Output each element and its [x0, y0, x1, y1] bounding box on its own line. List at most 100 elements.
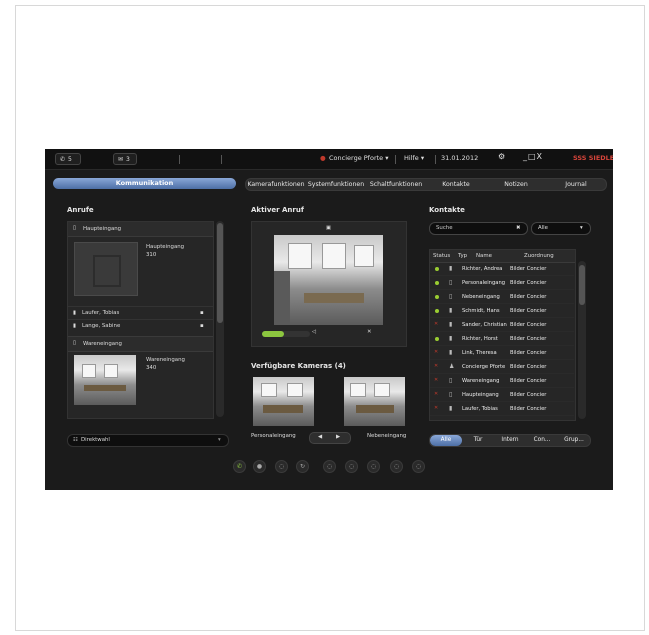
- filter-tab-alle[interactable]: Alle: [430, 435, 462, 446]
- status-dot-icon: ✕: [434, 363, 439, 369]
- hangup-icon[interactable]: ▪: [200, 323, 204, 329]
- fullscreen-icon[interactable]: ▣: [326, 225, 331, 231]
- contact-row[interactable]: ✕ ▯ Wareneingang Bilder Concier: [430, 375, 574, 388]
- transfer-icon[interactable]: ↻: [296, 460, 309, 473]
- tab-kamerafunktionen[interactable]: Kamerafunktionen: [246, 179, 306, 190]
- column-assignment[interactable]: Zuordnung: [524, 253, 554, 259]
- tab-schaltfunktionen[interactable]: Schaltfunktionen: [366, 179, 426, 190]
- hangup-call-icon[interactable]: ●: [253, 460, 266, 473]
- help-label: Hilfe: [404, 154, 419, 162]
- filter-tab-tuer[interactable]: Tür: [462, 435, 494, 446]
- help-menu[interactable]: Hilfe ▾: [404, 154, 424, 162]
- contact-row[interactable]: ✕ ♟ Concierge Pforte Bilder Concier: [430, 361, 574, 374]
- window: [354, 245, 374, 267]
- status-dot-icon: ✕: [434, 321, 439, 327]
- tab-notizen[interactable]: Notizen: [486, 179, 546, 190]
- phone-icon: ▮: [449, 307, 453, 314]
- contact-assignment: Bilder Concier: [510, 294, 547, 300]
- prev-arrow-icon[interactable]: ◀: [318, 434, 322, 440]
- door-icon: ▯: [449, 377, 453, 384]
- call-name: Wareneingang: [146, 357, 185, 363]
- contact-row[interactable]: ✕ ▮ Laufer, Tobias Bilder Concier: [430, 403, 574, 416]
- calls-indicator[interactable]: ✆ 5: [55, 153, 81, 165]
- door-open-icon[interactable]: ◌: [345, 460, 358, 473]
- contact-row[interactable]: ✕ ▯ Haupteingang Bilder Concier: [430, 389, 574, 402]
- tools-icon[interactable]: ✕: [367, 329, 372, 335]
- call-group-label: Wareneingang: [83, 341, 122, 347]
- camera-thumb-personaleingang[interactable]: [253, 377, 314, 426]
- contact-row[interactable]: ▯ Personaleingang Bilder Concier: [430, 277, 574, 290]
- camera-icon[interactable]: ◌: [390, 460, 403, 473]
- gear-icon[interactable]: ⚙: [498, 152, 505, 161]
- camera-thumb-nebeneingang[interactable]: [344, 377, 405, 426]
- chevron-down-icon: ▾: [218, 437, 221, 443]
- mute-icon[interactable]: ◌: [323, 460, 336, 473]
- contacts-scrollbar[interactable]: [578, 261, 586, 419]
- column-name[interactable]: Name: [476, 253, 492, 259]
- filter-tab-concierge[interactable]: Con...: [526, 435, 558, 446]
- contact-assignment: Bilder Concier: [510, 350, 547, 356]
- speaker-icon[interactable]: ◁: [312, 329, 316, 335]
- phone-icon: ▮: [73, 323, 76, 329]
- filter-dropdown[interactable]: Alle ▾: [531, 222, 591, 235]
- table: [263, 405, 303, 413]
- tab-systemfunktionen[interactable]: Systemfunktionen: [306, 179, 366, 190]
- contact-row[interactable]: ▮ Schmidt, Hans Bilder Concier: [430, 305, 574, 318]
- window: [322, 243, 346, 269]
- filter-tab-gruppen[interactable]: Grup...: [558, 435, 590, 446]
- call-group-header[interactable]: ▯ Wareneingang: [68, 336, 213, 352]
- call-group-header[interactable]: ▯ Haupteingang: [68, 222, 213, 237]
- table: [84, 385, 126, 391]
- contact-row[interactable]: ▮ Richter, Horst Bilder Concier: [430, 333, 574, 346]
- contact-row[interactable]: ▮ Richter, Andrea Bilder Concier: [430, 263, 574, 276]
- calls-count: 5: [68, 155, 72, 163]
- volume-slider[interactable]: [262, 331, 310, 337]
- contacts-title: Kontakte: [429, 206, 465, 214]
- participant-row[interactable]: ▮ Laufer, Tobias ▪: [68, 306, 213, 319]
- door-icon: ▯: [73, 340, 76, 346]
- contact-name: Sander, Christian: [462, 322, 507, 328]
- messages-count: 3: [126, 155, 130, 163]
- scrollbar-thumb[interactable]: [579, 265, 585, 305]
- filter-tab-intern[interactable]: Intern: [494, 435, 526, 446]
- user-menu[interactable]: Concierge Pforte ▾: [329, 154, 389, 162]
- tab-kommunikation[interactable]: Kommunikation: [53, 178, 236, 189]
- tab-bar: Kommunikation Kamerafunktionen Systemfun…: [45, 177, 613, 191]
- clear-icon[interactable]: ✖: [516, 225, 521, 231]
- contact-assignment: Bilder Concier: [510, 280, 547, 286]
- door-frame: [274, 271, 290, 325]
- column-type[interactable]: Typ: [458, 253, 467, 259]
- messages-indicator[interactable]: ✉ 3: [113, 153, 137, 165]
- status-dot-icon: [435, 295, 439, 299]
- calls-scrollbar[interactable]: [216, 221, 224, 417]
- tab-kontakte[interactable]: Kontakte: [426, 179, 486, 190]
- window-controls[interactable]: _□X: [523, 152, 543, 161]
- contact-row[interactable]: ✕ ▮ Sander, Christian Bilder Concier: [430, 319, 574, 332]
- divider: [435, 155, 436, 164]
- contact-name: Laufer, Tobias: [462, 406, 498, 412]
- contact-row[interactable]: ▯ Nebeneingang Bilder Concier: [430, 291, 574, 304]
- participant-name: Lange, Sabine: [82, 323, 121, 329]
- filter-selected: Alle: [538, 225, 548, 231]
- direct-dial-dropdown[interactable]: ☷ Direktwahl ▾: [67, 434, 229, 447]
- switch-icon[interactable]: ◌: [412, 460, 425, 473]
- contact-assignment: Bilder Concier: [510, 392, 547, 398]
- next-arrow-icon[interactable]: ▶: [336, 434, 340, 440]
- accept-call-icon[interactable]: ✆: [233, 460, 246, 473]
- contact-name: Personaleingang: [462, 280, 506, 286]
- hangup-icon[interactable]: ▪: [200, 310, 204, 316]
- status-dot-icon: [435, 309, 439, 313]
- column-status[interactable]: Status: [433, 253, 450, 259]
- tab-journal[interactable]: Journal: [546, 179, 606, 190]
- contact-row[interactable]: ✕ ▮ Link, Theresa Bilder Concier: [430, 347, 574, 360]
- status-dot-icon: ✕: [434, 405, 439, 411]
- scrollbar-thumb[interactable]: [217, 223, 223, 323]
- search-input[interactable]: Suche ✖: [429, 222, 528, 235]
- participant-row[interactable]: ▮ Lange, Sabine ▪: [68, 319, 213, 332]
- light-icon[interactable]: ◌: [367, 460, 380, 473]
- hold-icon[interactable]: ◌: [275, 460, 288, 473]
- person-icon: ♟: [449, 363, 455, 370]
- contact-assignment: Bilder Concier: [510, 322, 547, 328]
- window: [374, 383, 390, 397]
- camera-placeholder: [74, 242, 138, 296]
